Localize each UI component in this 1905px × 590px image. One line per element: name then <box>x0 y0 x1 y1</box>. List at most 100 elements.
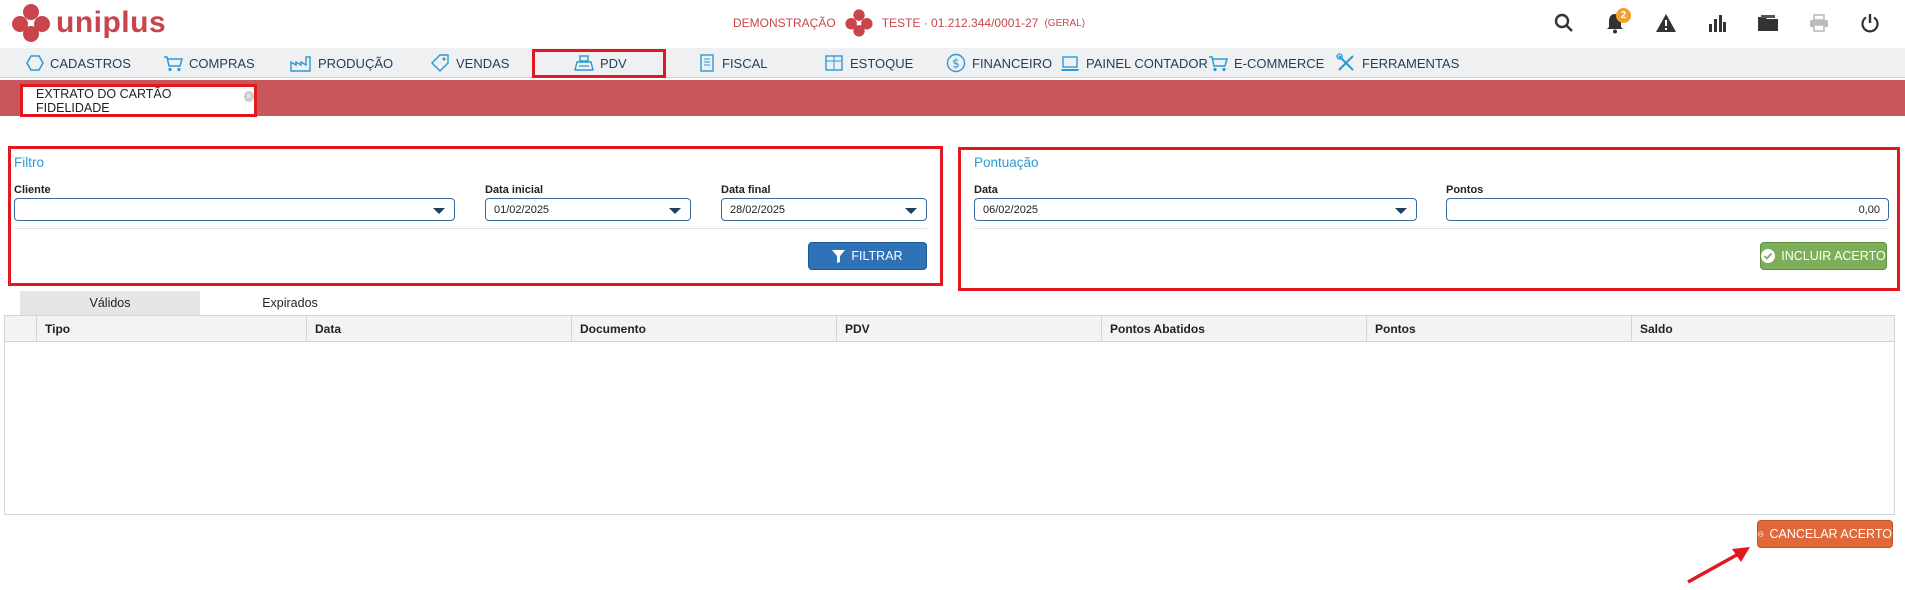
column-header-documento[interactable]: Documento <box>571 316 836 341</box>
filter-icon <box>832 249 846 263</box>
menu-painel-contador[interactable]: PAINEL CONTADOR <box>1060 48 1208 78</box>
factory-icon <box>290 55 311 72</box>
brand-name: uniplus <box>56 6 167 39</box>
data-pontuacao-value: 06/02/2025 <box>983 203 1039 216</box>
logo-icon <box>12 4 50 42</box>
menu-label: E-COMMERCE <box>1234 55 1325 71</box>
menu-cadastros[interactable]: CADASTROS <box>26 48 131 78</box>
tag-icon <box>431 54 449 72</box>
data-final-value: 28/02/2025 <box>730 203 786 216</box>
menu-label: FINANCEIRO <box>972 55 1053 71</box>
tab-extrato-cartao-fidelidade[interactable]: EXTRATO DO CARTÃO FIDELIDADE × <box>20 84 257 117</box>
incluir-acerto-button[interactable]: INCLUIR ACERTO <box>1760 242 1887 270</box>
document-icon <box>700 54 714 72</box>
column-header-data[interactable]: Data <box>306 316 571 341</box>
notification-badge: 2 <box>1616 8 1631 23</box>
data-inicial-label: Data inicial <box>485 184 544 196</box>
column-header-pdv[interactable]: PDV <box>836 316 1101 341</box>
print-button[interactable] <box>1793 3 1844 43</box>
cancelar-acerto-button[interactable]: CANCELAR ACERTO <box>1757 520 1893 548</box>
svg-text:$: $ <box>952 57 960 71</box>
files-button[interactable] <box>1742 3 1793 43</box>
search-button[interactable] <box>1538 3 1589 43</box>
pontuacao-title: Pontuação <box>974 155 1039 170</box>
reports-button[interactable] <box>1691 3 1742 43</box>
pontos-value: 0,00 <box>1858 203 1880 216</box>
subtab-label: Expirados <box>262 296 318 310</box>
logout-button[interactable] <box>1844 3 1895 43</box>
company-name: DEMONSTRAÇÃO <box>733 16 836 30</box>
dollar-icon: $ <box>946 53 966 73</box>
tab-label: EXTRATO DO CARTÃO FIDELIDADE <box>36 86 172 115</box>
company-logo-icon <box>845 9 873 37</box>
subtab-label: Válidos <box>89 296 131 310</box>
data-final-field[interactable]: 28/02/2025 <box>721 198 927 221</box>
filtro-panel: Filtro Cliente Data inicial 01/02/2025 D… <box>8 146 943 286</box>
minus-circle-icon <box>1758 531 1764 537</box>
menu-producao[interactable]: PRODUÇÃO <box>290 48 393 78</box>
cliente-select[interactable] <box>14 198 455 221</box>
menu-estoque[interactable]: ESTOQUE <box>824 48 913 78</box>
filtrar-label: FILTRAR <box>851 249 903 263</box>
power-icon <box>1860 14 1879 33</box>
filtro-title: Filtro <box>14 155 44 170</box>
table-header: Tipo Data Documento PDV Pontos Abatidos … <box>5 316 1894 342</box>
menu-ferramentas[interactable]: FERRAMENTAS <box>1336 48 1459 78</box>
chevron-down-icon <box>669 208 681 214</box>
arrow-icon <box>1687 547 1750 584</box>
data-inicial-field[interactable]: 01/02/2025 <box>485 198 691 221</box>
close-icon[interactable]: × <box>243 91 254 102</box>
column-header-pontos[interactable]: Pontos <box>1366 316 1631 341</box>
data-pontuacao-field[interactable]: 06/02/2025 <box>974 198 1417 221</box>
brand-logo[interactable]: uniplus <box>10 2 166 44</box>
notifications-button[interactable]: 2 <box>1589 3 1640 43</box>
menu-label: PRODUÇÃO <box>318 55 394 71</box>
company-detail: TESTE · 01.212.344/0001-27 <box>881 16 1039 30</box>
printer-icon <box>1809 14 1828 32</box>
data-final-label: Data final <box>721 184 771 196</box>
subtab-expirados[interactable]: Expirados <box>200 291 380 315</box>
company-selector[interactable]: DEMONSTRAÇÃO TESTE · 01.212.344/0001-27 … <box>733 8 1085 38</box>
chevron-down-icon <box>905 208 917 214</box>
menu-ecommerce[interactable]: E-COMMERCE <box>1208 48 1324 78</box>
pdv-highlight <box>532 49 666 78</box>
main-menu: CADASTROS COMPRAS PRODUÇÃO VENDAS PDV FI… <box>0 48 1905 78</box>
alert-icon <box>1655 14 1676 32</box>
cart-icon <box>164 55 183 71</box>
column-header-tipo[interactable]: Tipo <box>36 316 306 341</box>
tools-icon <box>1336 53 1354 71</box>
column-header-saldo[interactable]: Saldo <box>1631 316 1894 341</box>
column-header-pontos-abatidos[interactable]: Pontos Abatidos <box>1101 316 1366 341</box>
pontos-input[interactable]: 0,00 <box>1446 198 1889 221</box>
filtrar-button[interactable]: FILTRAR <box>808 242 927 270</box>
incluir-acerto-label: INCLUIR ACERTO <box>1781 249 1886 263</box>
chevron-down-icon <box>433 208 445 214</box>
top-icons: 2 <box>1538 0 1895 46</box>
hexagon-icon <box>26 55 44 71</box>
chart-icon <box>1708 15 1726 32</box>
subtab-validos[interactable]: Válidos <box>20 291 200 315</box>
menu-label: ESTOQUE <box>850 55 914 71</box>
cart-icon <box>1209 55 1228 71</box>
menu-label: VENDAS <box>456 55 510 71</box>
alerts-button[interactable] <box>1640 3 1691 43</box>
top-bar: uniplus DEMONSTRAÇÃO TESTE · 01.212.344/… <box>0 0 1905 46</box>
menu-label: FISCAL <box>722 55 768 71</box>
menu-label: FERRAMENTAS <box>1362 55 1460 71</box>
check-circle-icon <box>1761 249 1776 263</box>
menu-compras[interactable]: COMPRAS <box>163 48 255 78</box>
data-inicial-value: 01/02/2025 <box>494 203 550 216</box>
extrato-table: Tipo Data Documento PDV Pontos Abatidos … <box>4 315 1895 515</box>
cliente-label: Cliente <box>14 184 51 196</box>
company-scope: (GERAL) <box>1044 17 1086 29</box>
data-label: Data <box>974 184 998 196</box>
menu-financeiro[interactable]: $ FINANCEIRO <box>946 48 1052 78</box>
menu-label: COMPRAS <box>189 55 255 71</box>
menu-fiscal[interactable]: FISCAL <box>698 48 768 78</box>
laptop-icon <box>1061 55 1079 71</box>
menu-label: PAINEL CONTADOR <box>1086 55 1208 71</box>
filtro-divider <box>14 228 927 229</box>
pontuacao-divider <box>974 228 1889 229</box>
chevron-down-icon <box>1395 208 1407 214</box>
menu-vendas[interactable]: VENDAS <box>430 48 509 78</box>
